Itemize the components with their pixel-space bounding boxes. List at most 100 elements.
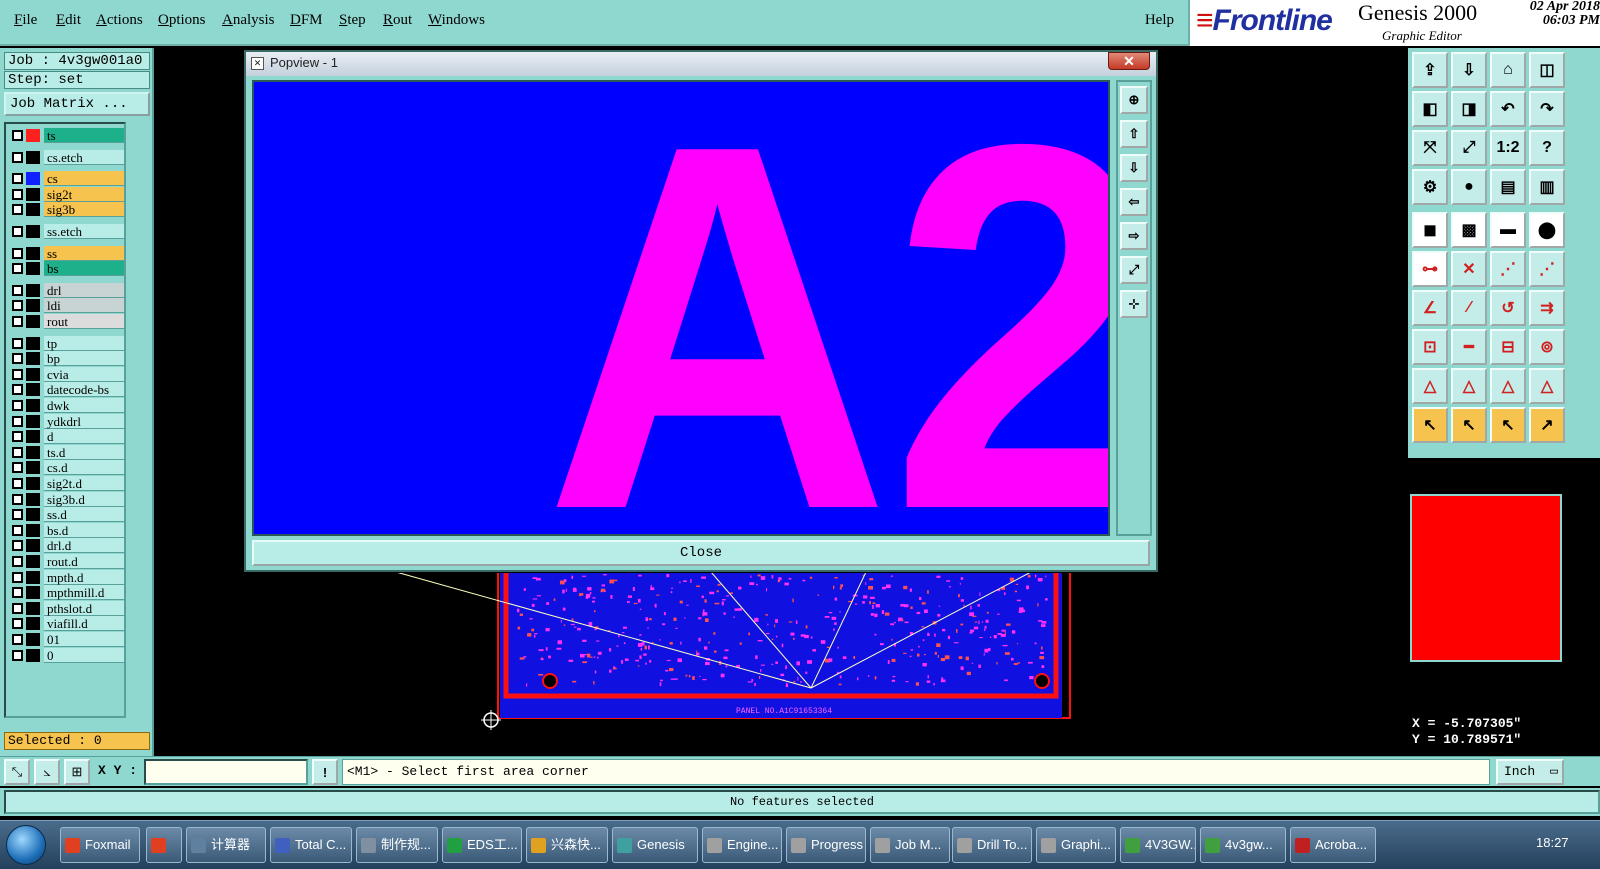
layer-color-swatch[interactable] xyxy=(26,172,40,186)
close-icon[interactable]: ✕ xyxy=(1108,52,1150,70)
line-icon[interactable]: ∠ xyxy=(1412,290,1448,326)
layer-checkbox[interactable] xyxy=(12,431,23,443)
layer-row[interactable]: sig2t.d xyxy=(8,476,124,491)
layer-color-swatch[interactable] xyxy=(26,283,40,297)
layer-name[interactable]: ss xyxy=(44,245,124,261)
layer-checkbox[interactable] xyxy=(12,284,23,296)
drill-icon[interactable]: ◼ xyxy=(1412,212,1448,248)
layer-color-swatch[interactable] xyxy=(26,461,40,475)
taskbar-item[interactable]: 计算器 xyxy=(186,827,266,863)
layer-name[interactable]: d xyxy=(44,429,124,445)
layer-name[interactable]: datecode-bs xyxy=(44,382,124,398)
menu-edit[interactable]: Edit xyxy=(56,12,81,29)
layer-a-icon[interactable]: ▤ xyxy=(1490,169,1526,205)
layer-b-icon[interactable]: ▥ xyxy=(1529,169,1565,205)
pad-icon[interactable]: ● xyxy=(1451,169,1487,205)
layer-name[interactable]: dwk xyxy=(44,398,124,413)
layer-checkbox[interactable] xyxy=(12,337,23,349)
pan-left-icon[interactable]: ◧ xyxy=(1412,91,1448,127)
layer-color-swatch[interactable] xyxy=(26,315,40,328)
taskbar-item[interactable]: Genesis xyxy=(612,827,698,863)
zoom-area-icon[interactable]: ⤢ xyxy=(1451,130,1487,166)
layer-checkbox[interactable] xyxy=(12,587,23,599)
home-icon[interactable]: ⌂ xyxy=(1490,52,1526,88)
layer-row[interactable]: ldi xyxy=(8,298,124,314)
layer-row[interactable]: ss.d xyxy=(8,507,124,523)
pan-left-icon[interactable]: ⇦ xyxy=(1120,188,1148,216)
arc-icon[interactable]: ↺ xyxy=(1490,290,1526,326)
layer-row[interactable]: ts xyxy=(8,128,124,143)
layer-color-swatch[interactable] xyxy=(26,383,40,397)
layer-color-swatch[interactable] xyxy=(26,648,40,662)
layer-name[interactable]: sig2t.d xyxy=(44,476,124,491)
layer-row[interactable]: viafill.d xyxy=(8,616,124,632)
layer-color-swatch[interactable] xyxy=(26,539,40,553)
layer-color-swatch[interactable] xyxy=(26,523,40,537)
layer-color-swatch[interactable] xyxy=(26,617,40,631)
layer-row[interactable]: mpth.d xyxy=(8,569,124,585)
taskbar-item[interactable]: 兴森快... xyxy=(526,827,608,863)
layer-color-swatch[interactable] xyxy=(26,262,40,276)
help-icon[interactable]: ? xyxy=(1529,130,1565,166)
select-icon[interactable]: ⇪ xyxy=(1412,52,1448,88)
layer-row[interactable]: ss.etch xyxy=(8,224,124,239)
node2-icon[interactable]: ⋰ xyxy=(1529,251,1565,287)
layer-row[interactable]: sig2t xyxy=(8,186,124,202)
layer-checkbox[interactable] xyxy=(12,524,23,536)
menu-options[interactable]: Options xyxy=(158,12,206,29)
zoom-home-icon[interactable]: ⊹ xyxy=(1120,290,1148,318)
taskbar-item[interactable]: Acroba... xyxy=(1290,827,1376,863)
layer-color-swatch[interactable] xyxy=(26,299,40,313)
layer-checkbox[interactable] xyxy=(12,415,23,427)
layer-checkbox[interactable] xyxy=(12,384,23,396)
menu-step[interactable]: Step xyxy=(339,12,366,29)
connect-icon[interactable]: ⊶ xyxy=(1412,251,1448,287)
unit-select[interactable]: Inch ▭ xyxy=(1496,759,1564,785)
layer-checkbox[interactable] xyxy=(12,462,23,474)
popview-close-button[interactable]: Close xyxy=(252,540,1150,566)
snap-icon[interactable]: ⤡ xyxy=(4,759,30,785)
split-icon[interactable]: ◫ xyxy=(1529,52,1565,88)
layer-checkbox[interactable] xyxy=(12,226,23,237)
layer-row[interactable]: drl xyxy=(8,282,124,298)
pointer3-icon[interactable]: ↖ xyxy=(1490,407,1526,443)
pointer-icon[interactable]: ↖ xyxy=(1412,407,1448,443)
mirror-icon[interactable]: ⇉ xyxy=(1529,290,1565,326)
pattern-icon[interactable]: ⊚ xyxy=(1529,329,1565,365)
layer-name[interactable]: cs.d xyxy=(44,460,124,476)
taskbar-item[interactable]: 4v3gw... xyxy=(1200,827,1286,863)
layer-checkbox[interactable] xyxy=(12,509,23,521)
layer-name[interactable]: ydkdrl xyxy=(44,413,124,429)
layer-row[interactable]: ts.d xyxy=(8,444,124,460)
layer-color-swatch[interactable] xyxy=(26,508,40,522)
taskbar-item[interactable]: Engine... xyxy=(702,827,782,863)
layer-name[interactable]: rout xyxy=(44,314,124,329)
overview-window[interactable] xyxy=(1408,458,1600,712)
popview-view[interactable]: A2 xyxy=(252,80,1110,536)
layer-color-swatch[interactable] xyxy=(26,633,40,646)
layer-name[interactable]: bs xyxy=(44,261,124,277)
layer-checkbox[interactable] xyxy=(12,188,23,200)
layer-checkbox[interactable] xyxy=(12,400,23,411)
layer-color-swatch[interactable] xyxy=(26,399,40,412)
route-icon[interactable]: ↗ xyxy=(1529,407,1565,443)
triangle4-icon[interactable]: △ xyxy=(1529,368,1565,404)
layer-color-swatch[interactable] xyxy=(26,367,40,381)
layer-checkbox[interactable] xyxy=(12,316,23,327)
layer-checkbox[interactable] xyxy=(12,571,23,583)
layer-checkbox[interactable] xyxy=(12,556,23,567)
layer-name[interactable]: ts.d xyxy=(44,444,124,460)
taskbar-item[interactable]: Progress xyxy=(786,827,866,863)
pan-up-icon[interactable]: ⇧ xyxy=(1120,120,1148,148)
layer-checkbox[interactable] xyxy=(12,263,23,275)
layer-color-swatch[interactable] xyxy=(26,414,40,428)
layer-color-swatch[interactable] xyxy=(26,336,40,350)
layer-name[interactable]: ss.d xyxy=(44,507,124,523)
layer-color-swatch[interactable] xyxy=(26,187,40,201)
menu-analysis[interactable]: Analysis xyxy=(222,12,275,29)
layer-color-swatch[interactable] xyxy=(26,586,40,600)
layer-name[interactable]: ldi xyxy=(44,298,124,314)
angle-icon[interactable]: ⁄ xyxy=(1451,290,1487,326)
layer-row[interactable]: 0 xyxy=(8,647,124,663)
layer-name[interactable]: sig2t xyxy=(44,186,124,202)
